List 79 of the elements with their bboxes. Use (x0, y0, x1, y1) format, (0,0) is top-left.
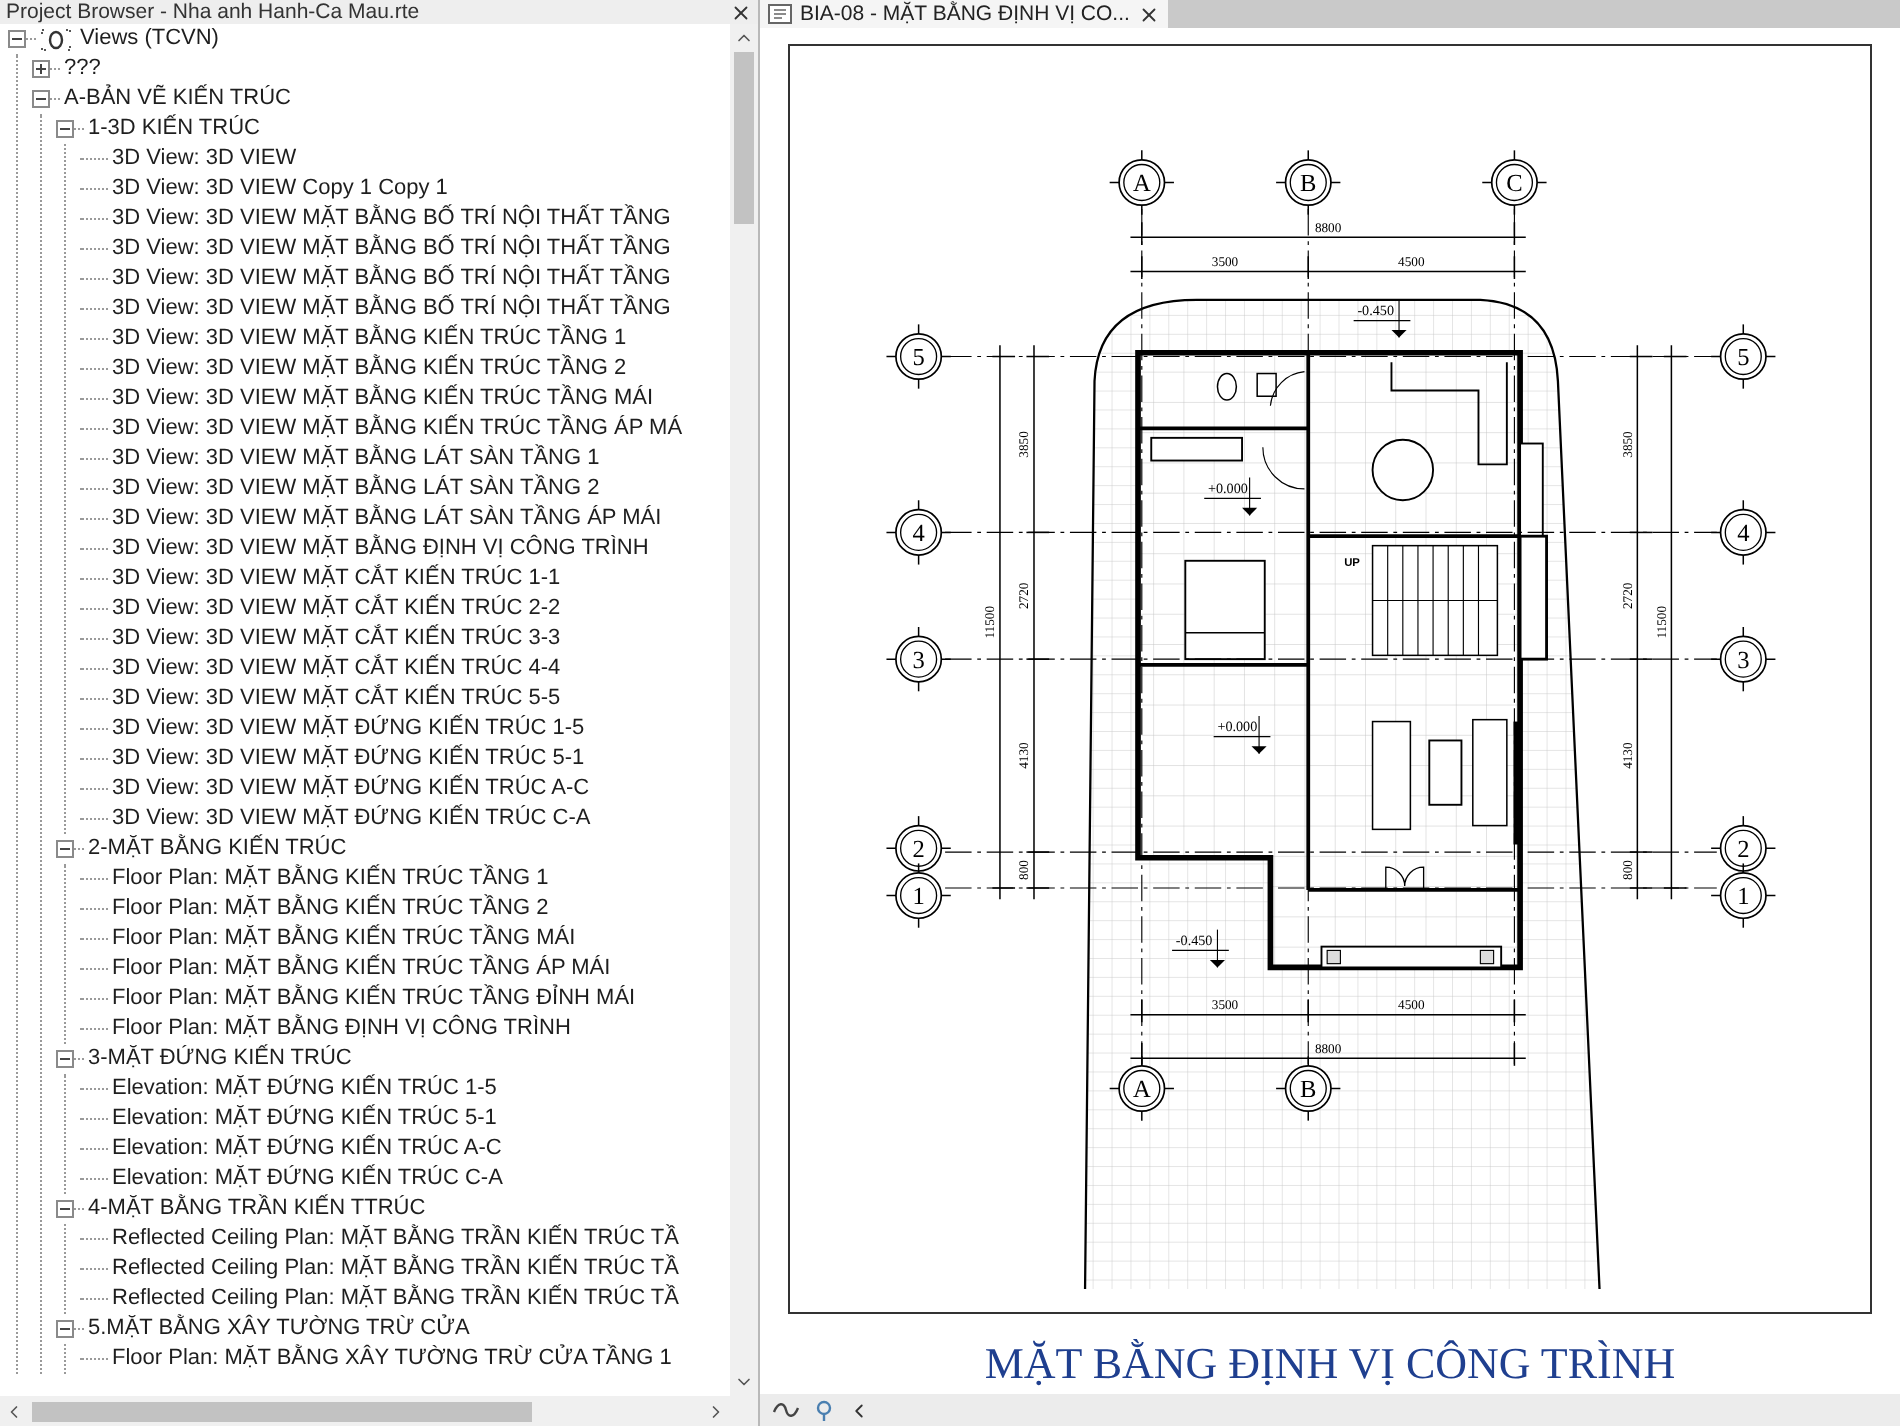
tree-item[interactable]: Floor Plan: MẶT BẰNG KIẾN TRÚC TẦNG 2 (108, 894, 553, 924)
sheet-icon (768, 4, 792, 24)
tree-item[interactable]: Elevation: MẶT ĐỨNG KIẾN TRÚC 1-5 (108, 1074, 501, 1104)
sofa (1472, 718, 1508, 827)
sheet-title: MẶT BẰNG ĐỊNH VỊ CÔNG TRÌNH (984, 1338, 1676, 1390)
double-door-swing (1385, 866, 1425, 891)
tree-item[interactable]: 3D View: 3D VIEW MẶT BẰNG BỐ TRÍ NỘI THẤT TẦNG (108, 264, 675, 294)
tree-item[interactable]: 1-3D KIẾN TRÚC (84, 114, 264, 144)
sofa (1371, 720, 1412, 831)
collapse-toggle[interactable] (32, 90, 50, 108)
collapse-toggle[interactable] (56, 120, 74, 138)
tree-item[interactable]: 3D View: 3D VIEW MẶT ĐỨNG KIẾN TRÚC A-C (108, 774, 594, 804)
pin-icon[interactable] (816, 1399, 832, 1421)
tree-item[interactable]: 3D View: 3D VIEW MẶT BẰNG BỐ TRÍ NỘI THẤT TẦNG (108, 204, 675, 234)
expand-toggle[interactable] (32, 60, 50, 78)
tree-item[interactable]: ??? (60, 54, 105, 84)
tree-item[interactable]: 3D View: 3D VIEW MẶT BẰNG LÁT SÀN TẦNG 2 (108, 474, 604, 504)
wardrobe (1150, 436, 1243, 462)
tree-item[interactable]: 4-MẶT BẰNG TRẦN KIẾN TTRÚC (84, 1194, 430, 1224)
tree-item[interactable]: 5.MẶT BẰNG XÂY TƯỜNG TRỪ CỬA (84, 1314, 474, 1344)
view-tab[interactable]: BIA-08 - MẶT BẰNG ĐỊNH VỊ CO... (760, 0, 1168, 28)
toilet (1216, 372, 1238, 401)
tree-item[interactable]: Floor Plan: MẶT BẰNG KIẾN TRÚC TẦNG ÁP MÁI (108, 954, 615, 984)
close-icon[interactable] (1137, 3, 1160, 25)
tab-title: BIA-08 - MẶT BẰNG ĐỊNH VỊ CO... (800, 2, 1130, 26)
tree-item[interactable]: Floor Plan: MẶT BẰNG KIẾN TRÚC TẦNG 1 (108, 864, 553, 894)
kitchen-counter (1390, 361, 1508, 466)
collapse-toggle[interactable] (56, 840, 74, 858)
coffee-table (1428, 739, 1463, 806)
workset-icon[interactable] (772, 1400, 800, 1420)
dining-table (1371, 438, 1435, 502)
staircase-drawing (1371, 544, 1499, 657)
tree-item[interactable]: 3D View: 3D VIEW MẶT BẰNG KIẾN TRÚC TẦNG 1 (108, 324, 631, 354)
collapse-toggle[interactable] (56, 1320, 74, 1338)
tree-item[interactable]: 3D View: 3D VIEW MẶT CẮT KIẾN TRÚC 4-4 (108, 654, 565, 684)
collapse-toggle[interactable] (8, 30, 26, 48)
tree-item[interactable]: Floor Plan: MẶT BẰNG KIẾN TRÚC TẦNG MÁI (108, 924, 580, 954)
tree-item[interactable]: 3D View: 3D VIEW MẶT BẰNG KIẾN TRÚC TẦNG ÁP MÁ (108, 414, 687, 444)
tree-item[interactable]: 3D View: 3D VIEW Copy 1 Copy 1 (108, 174, 452, 204)
tree-item[interactable]: 3D View: 3D VIEW MẶT BẰNG KIẾN TRÚC TẦNG MÁI (108, 384, 658, 414)
collapse-toggle[interactable] (56, 1050, 74, 1068)
collapse-toggle[interactable] (56, 1200, 74, 1218)
tree-item[interactable]: 3D View: 3D VIEW MẶT BẰNG BỐ TRÍ NỘI THẤT TẦNG (108, 294, 675, 324)
tree-item[interactable]: 3D View: 3D VIEW (108, 144, 301, 174)
tree-item[interactable]: Views (TCVN) (76, 24, 223, 54)
tree-item[interactable]: Reflected Ceiling Plan: MẶT BẰNG TRẦN KIẾN TRÚC TẦ (108, 1254, 683, 1284)
tree-item[interactable]: A-BẢN VẼ KIẾN TRÚC (60, 84, 295, 114)
tree-item[interactable]: Floor Plan: MẶT BẰNG XÂY TƯỜNG TRỪ CỬA TẦNG 1 (108, 1344, 676, 1374)
tree-item[interactable]: 3D View: 3D VIEW MẶT BẰNG LÁT SÀN TẦNG ÁP MÁI (108, 504, 666, 534)
shower (1256, 372, 1277, 397)
tree-item[interactable]: Reflected Ceiling Plan: MẶT BẰNG TRẦN KIẾN TRÚC TẦ (108, 1224, 683, 1254)
tree-item[interactable]: 3D View: 3D VIEW MẶT CẮT KIẾN TRÚC 2-2 (108, 594, 565, 624)
tree-item[interactable]: 3D View: 3D VIEW MẶT CẮT KIẾN TRÚC 1-1 (108, 564, 565, 594)
tree-item[interactable]: Elevation: MẶT ĐỨNG KIẾN TRÚC 5-1 (108, 1104, 501, 1134)
tree-item[interactable]: Floor Plan: MẶT BẰNG ĐỊNH VỊ CÔNG TRÌNH (108, 1014, 575, 1044)
tree-item[interactable]: 3D View: 3D VIEW MẶT CẮT KIẾN TRÚC 5-5 (108, 684, 565, 714)
tree-item[interactable]: 2-MẶT BẰNG KIẾN TRÚC (84, 834, 351, 864)
scrollbar-thumb[interactable] (734, 52, 754, 224)
tree-item[interactable]: Floor Plan: MẶT BẰNG KIẾN TRÚC TẦNG ĐỈNH MÁI (108, 984, 640, 1014)
bed (1184, 559, 1266, 661)
tree-item[interactable]: 3D View: 3D VIEW MẶT BẰNG LÁT SÀN TẦNG 1 (108, 444, 604, 474)
tree-item[interactable]: 3D View: 3D VIEW MẶT ĐỨNG KIẾN TRÚC 1-5 (108, 714, 589, 744)
door-swing (1262, 446, 1306, 490)
panel-title: Project Browser - Nha anh Hanh-Ca Mau.rte (6, 0, 420, 24)
views-icon (40, 27, 72, 51)
tree-item[interactable]: 3D View: 3D VIEW MẶT BẰNG KIẾN TRÚC TẦNG 2 (108, 354, 631, 384)
tree-item[interactable]: 3D View: 3D VIEW MẶT ĐỨNG KIẾN TRÚC 5-1 (108, 744, 589, 774)
tree-item[interactable]: 3D View: 3D VIEW MẶT CẮT KIẾN TRÚC 3-3 (108, 624, 565, 654)
tree-item[interactable]: Elevation: MẶT ĐỨNG KIẾN TRÚC A-C (108, 1134, 506, 1164)
tree-item[interactable]: 3D View: 3D VIEW MẶT BẰNG BỐ TRÍ NỘI THẤT TẦNG (108, 234, 675, 264)
door-swing (1269, 371, 1306, 407)
close-icon[interactable] (730, 1, 752, 23)
tree-item[interactable]: 3-MẶT ĐỨNG KIẾN TRÚC (84, 1044, 356, 1074)
tree-item[interactable]: Reflected Ceiling Plan: MẶT BẰNG TRẦN KIẾN TRÚC TẦ (108, 1284, 683, 1314)
scrollbar-thumb[interactable] (32, 1401, 532, 1421)
tree-item[interactable]: 3D View: 3D VIEW MẶT BẰNG ĐỊNH VỊ CÔNG TRÌNH (108, 534, 653, 564)
horizontal-scrollbar[interactable] (0, 1396, 758, 1426)
tree-item[interactable]: 3D View: 3D VIEW MẶT ĐỨNG KIẾN TRÚC C-A (108, 804, 595, 834)
tree-item[interactable]: Elevation: MẶT ĐỨNG KIẾN TRÚC C-A (108, 1164, 507, 1194)
